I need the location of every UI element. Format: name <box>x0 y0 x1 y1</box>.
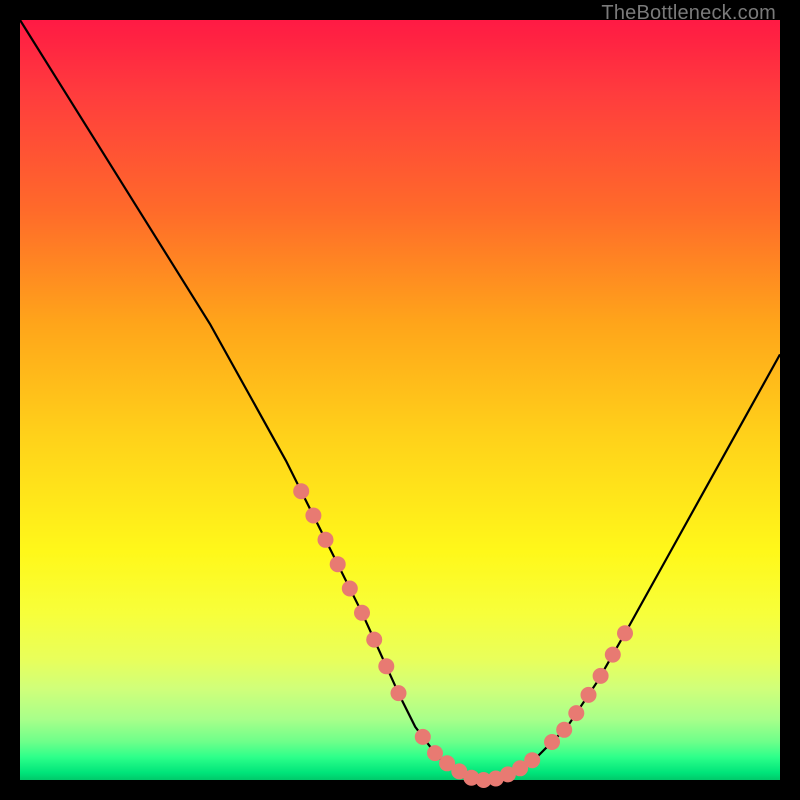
marker-dot <box>524 752 540 768</box>
marker-dot <box>556 722 572 738</box>
marker-dot <box>605 647 621 663</box>
marker-dot <box>378 658 394 674</box>
marker-dot <box>366 632 382 648</box>
marker-dot <box>391 685 407 701</box>
marker-dot <box>342 581 358 597</box>
chart-container: TheBottleneck.com <box>0 0 800 800</box>
curve-svg <box>20 20 780 780</box>
plot-area <box>20 20 780 780</box>
bottleneck-curve <box>20 20 780 780</box>
marker-dot <box>617 625 633 641</box>
marker-dot <box>354 605 370 621</box>
marker-dot <box>293 483 309 499</box>
marker-dot <box>330 556 346 572</box>
marker-dot <box>593 668 609 684</box>
marker-dot <box>568 705 584 721</box>
marker-dot <box>305 508 321 524</box>
marker-dot <box>581 687 597 703</box>
curve-markers <box>293 483 633 788</box>
watermark-text: TheBottleneck.com <box>601 2 776 25</box>
marker-dot <box>544 734 560 750</box>
marker-dot <box>318 532 334 548</box>
marker-dot <box>415 729 431 745</box>
